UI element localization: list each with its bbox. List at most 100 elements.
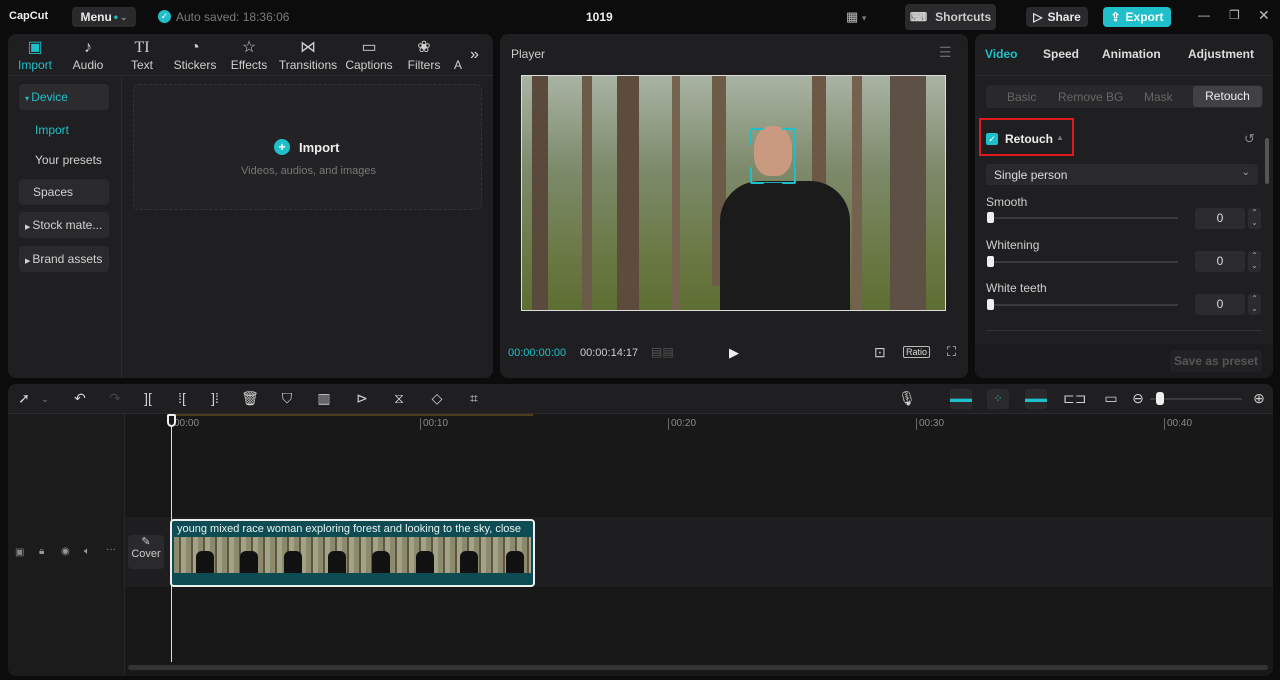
white-teeth-value[interactable]: 0	[1195, 294, 1245, 315]
tab-import[interactable]: ▣ Import	[8, 38, 63, 72]
share-icon: ▷	[1033, 10, 1043, 24]
marker-icon[interactable]: ⛉	[277, 390, 297, 407]
retouch-section-title[interactable]: Retouch	[1005, 132, 1053, 146]
white-teeth-slider-handle[interactable]	[987, 299, 994, 310]
sidebar-item-brand[interactable]: ▶ Brand assets	[19, 246, 109, 272]
smooth-slider[interactable]	[990, 217, 1178, 219]
tab-animation[interactable]: Animation	[1102, 47, 1161, 61]
mirror-icon[interactable]: ⧖	[389, 390, 409, 407]
person-mode-select[interactable]: Single person ⌄	[986, 164, 1258, 185]
scrollbar[interactable]	[1265, 138, 1269, 184]
rotate-icon[interactable]: ◇	[427, 390, 447, 407]
smooth-slider-handle[interactable]	[987, 212, 994, 223]
smooth-stepper[interactable]: ⌃ ⌄	[1248, 208, 1261, 229]
crop-icon[interactable]: ⌗	[464, 390, 484, 407]
tab-effects[interactable]: ☆ Effects	[221, 38, 277, 72]
face-detection-box	[750, 128, 796, 184]
video-clip[interactable]: young mixed race woman exploring forest …	[170, 519, 535, 587]
more-icon[interactable]: ···	[106, 544, 116, 555]
split-preview-icon[interactable]: ⊏⊐	[1063, 390, 1086, 407]
whitening-slider-handle[interactable]	[987, 256, 994, 267]
main-track-magnet-icon[interactable]: ▬▬	[950, 389, 972, 409]
lock-icon[interactable]: 🔒︎	[39, 546, 44, 557]
zoom-out-icon[interactable]: ⊖	[1128, 390, 1148, 407]
tab-label: Captions	[345, 58, 393, 72]
play-icon[interactable]: ▶	[729, 345, 739, 361]
fit-icon[interactable]: ⊡	[874, 344, 886, 361]
edit-icon: ✎	[141, 536, 151, 548]
sidebar-item-import[interactable]: Import	[19, 117, 109, 143]
cover-button[interactable]: ✎ Cover	[128, 535, 164, 569]
microphone-icon[interactable]: 🎙︎	[897, 390, 917, 407]
zoom-in-icon[interactable]: ⊕	[1249, 390, 1269, 407]
delete-icon[interactable]: 🗑︎	[240, 390, 260, 407]
tab-filters[interactable]: ❀ Filters	[396, 38, 452, 72]
tab-captions[interactable]: ▭ Captions	[341, 38, 397, 72]
white-teeth-stepper[interactable]: ⌃ ⌄	[1248, 294, 1261, 315]
chevron-down-icon[interactable]: ⌄	[35, 394, 55, 405]
tab-adjustment[interactable]: Adjustment	[1188, 47, 1254, 61]
undo-icon[interactable]: ↶	[70, 390, 90, 407]
export-button[interactable]: ⇪ Export	[1103, 7, 1171, 27]
minimize-icon[interactable]: —	[1198, 8, 1210, 22]
subtab-remove-bg[interactable]: Remove BG	[1058, 90, 1123, 104]
white-teeth-slider[interactable]	[990, 304, 1178, 306]
timecode-grid-icon[interactable]: ▤▤	[651, 345, 674, 359]
tab-adjustment[interactable]: A	[448, 38, 468, 72]
reset-icon[interactable]: ↺	[1244, 131, 1255, 147]
whitening-slider[interactable]	[990, 261, 1178, 263]
tab-speed[interactable]: Speed	[1043, 47, 1079, 61]
sidebar-item-presets[interactable]: Your presets	[19, 147, 109, 173]
maximize-icon[interactable]: ❐	[1229, 8, 1240, 22]
tab-video[interactable]: Video	[985, 47, 1017, 61]
tab-transitions[interactable]: ⋈ Transitions	[278, 38, 338, 72]
save-preset-button[interactable]: Save as preset	[1170, 350, 1262, 372]
collapse-icon[interactable]: ▲	[1056, 133, 1064, 142]
hamburger-icon[interactable]: ☰	[939, 44, 952, 61]
ratio-button[interactable]: Ratio	[903, 346, 931, 358]
split-right-icon[interactable]: ]⁞	[205, 390, 225, 406]
import-dropzone[interactable]: + Import Videos, audios, and images	[133, 84, 482, 210]
player-panel: Player ☰ 00:00:00:00 00:00:14:17 ▤▤ ▶ ⊡ …	[500, 34, 968, 378]
playhead-handle[interactable]	[167, 414, 176, 427]
split-left-icon[interactable]: ⁞[	[172, 390, 192, 406]
share-button[interactable]: ▷ Share	[1026, 7, 1088, 27]
close-icon[interactable]: ✕	[1258, 7, 1270, 24]
linkage-icon[interactable]: ▬▬	[1025, 389, 1047, 409]
subtab-mask[interactable]: Mask	[1144, 90, 1173, 104]
smooth-value[interactable]: 0	[1195, 208, 1245, 229]
menu-label: Menu	[80, 10, 112, 24]
tab-text[interactable]: TI Text	[114, 38, 170, 72]
eye-icon[interactable]: ◉	[61, 546, 70, 557]
video-preview[interactable]	[521, 75, 946, 311]
sidebar-item-device[interactable]: ▾ Device	[19, 84, 109, 110]
sidebar-item-spaces[interactable]: Spaces	[19, 179, 109, 205]
layout-icon[interactable]: ▦ ▾	[846, 9, 866, 25]
auto-snap-icon[interactable]: ⁘	[987, 389, 1009, 409]
freeze-icon[interactable]: ▥	[314, 390, 334, 407]
volume-icon[interactable]: 🔈︎	[84, 546, 90, 557]
zoom-slider-handle[interactable]	[1156, 392, 1164, 405]
retouch-checkbox[interactable]: ✓	[986, 133, 998, 145]
subtab-retouch[interactable]: Retouch	[1193, 86, 1262, 107]
more-tabs-icon[interactable]: »	[470, 46, 479, 64]
sidebar-item-stock[interactable]: ▶ Stock mate...	[19, 212, 109, 238]
menu-button[interactable]: Menu • ⌄	[72, 7, 136, 27]
preview-axis-icon[interactable]: ▭	[1101, 390, 1121, 407]
whitening-stepper[interactable]: ⌃ ⌄	[1248, 251, 1261, 272]
split-icon[interactable]: ][	[138, 390, 158, 406]
tab-label: Stickers	[173, 58, 217, 72]
fullscreen-icon[interactable]: ⛶	[947, 344, 956, 360]
tab-stickers[interactable]: ◔ Stickers	[167, 38, 223, 72]
whitening-value[interactable]: 0	[1195, 251, 1245, 272]
subtab-basic[interactable]: Basic	[1007, 90, 1036, 104]
tab-audio[interactable]: ♪ Audio	[60, 38, 116, 72]
import-hint: Videos, audios, and images	[241, 165, 376, 177]
shortcuts-button[interactable]: ⌨ Shortcuts	[905, 4, 996, 30]
track-cover-icon[interactable]: ▣	[15, 547, 24, 558]
select-tool-icon[interactable]: ➚	[14, 390, 34, 407]
speed-icon[interactable]: ⊳	[352, 390, 372, 407]
total-time: 00:00:14:17	[580, 347, 639, 359]
redo-icon[interactable]: ↷	[105, 390, 125, 407]
horizontal-scrollbar[interactable]	[128, 665, 1268, 670]
